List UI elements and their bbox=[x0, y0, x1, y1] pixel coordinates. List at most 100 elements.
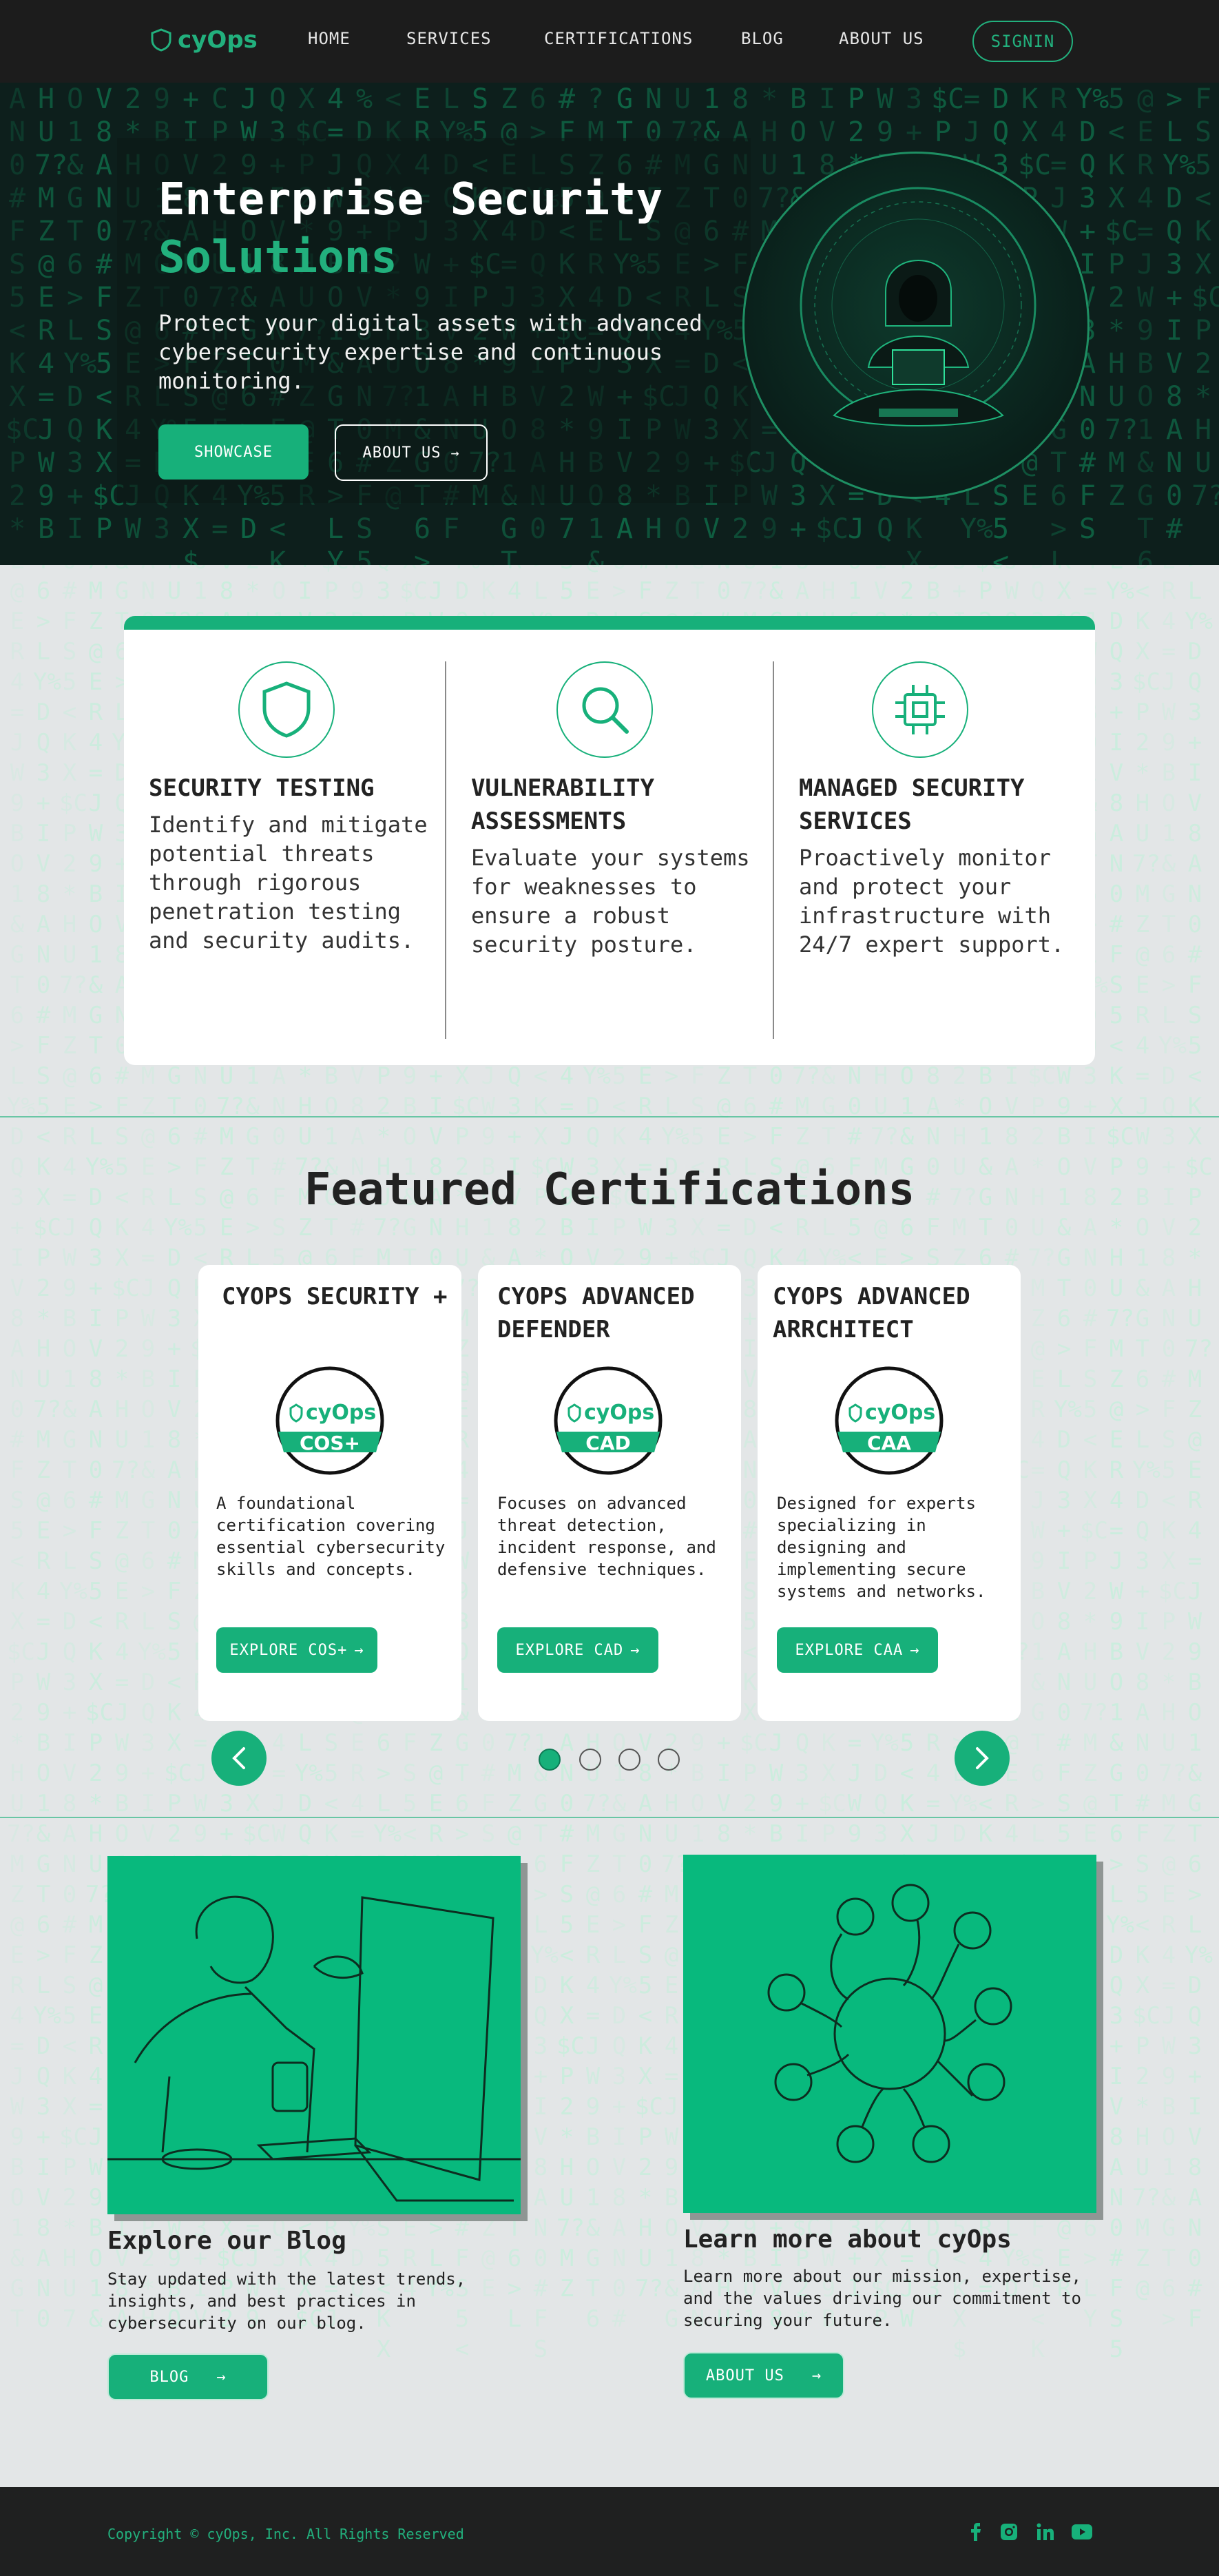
top-navbar: cyOps HOME SERVICES CERTIFICATIONS BLOG … bbox=[0, 0, 1219, 83]
services-card: SECURITY TESTING Identify and mitigate p… bbox=[124, 616, 1095, 1065]
nav-about-us[interactable]: ABOUT US bbox=[839, 29, 924, 48]
svg-text:CAA: CAA bbox=[867, 1432, 911, 1454]
divider bbox=[445, 661, 446, 1039]
chevron-left-icon bbox=[232, 1747, 245, 1769]
cert-button-label: EXPLORE CAD bbox=[515, 1641, 624, 1659]
about-button-label: ABOUT US bbox=[705, 2367, 784, 2384]
service-managed-security: MANAGED SECURITY SERVICES Proactively mo… bbox=[799, 661, 1081, 959]
arrow-right-icon: → bbox=[354, 1641, 364, 1659]
hero-description: Protect your digital assets with advance… bbox=[158, 310, 702, 394]
arrow-right-icon: → bbox=[910, 1641, 920, 1659]
carousel-prev-button[interactable] bbox=[211, 1731, 267, 1786]
search-icon bbox=[556, 661, 653, 758]
blog-button-label: BLOG bbox=[149, 2368, 189, 2386]
hero-title-line2: Solutions bbox=[158, 232, 397, 283]
service-description: Identify and mitigate potential threats … bbox=[149, 812, 428, 954]
svg-text:COS+: COS+ bbox=[300, 1432, 360, 1454]
hacker-illustration bbox=[742, 152, 1090, 499]
showcase-button[interactable]: SHOWCASE bbox=[158, 424, 309, 480]
arrow-right-icon: → bbox=[216, 2368, 227, 2386]
about-description: Learn more about our mission, expertise,… bbox=[683, 2267, 1081, 2330]
hero-section: AN0#FS5<KX$CP2* HU7?MZ@ER4=JW9B O1&GT6>LY%… bbox=[0, 83, 1219, 565]
blog-illustration bbox=[107, 1856, 521, 2214]
explore-cos-button[interactable]: EXPLORE COS+ → bbox=[216, 1627, 377, 1673]
section-divider bbox=[0, 1817, 1219, 1818]
service-description: Proactively monitor and protect your inf… bbox=[799, 845, 1065, 958]
matrix-column: @ER4=JW9BO1&GT6 bbox=[1136, 83, 1154, 565]
divider bbox=[773, 661, 774, 1039]
service-description: Evaluate your systems for weaknesses to … bbox=[471, 845, 750, 958]
explore-caa-button[interactable]: EXPLORE CAA → bbox=[777, 1627, 938, 1673]
team-illustration bbox=[683, 1855, 1096, 2213]
cert-description: Designed for experts specializing in des… bbox=[777, 1494, 986, 1601]
logo[interactable]: cyOps bbox=[150, 26, 258, 54]
hero-about-button[interactable]: ABOUT US → bbox=[335, 424, 488, 481]
svg-text:cyOps: cyOps bbox=[306, 1401, 376, 1425]
youtube-icon[interactable] bbox=[1072, 2522, 1092, 2542]
matrix-column: AN0#FS5<KX$CP2* bbox=[6, 83, 39, 545]
cert-title: CYOPS ADVANCED ARRCHITECT bbox=[773, 1283, 970, 1343]
signin-button[interactable]: SIGNIN bbox=[972, 21, 1073, 62]
hero-title-line1: Enterprise Security bbox=[158, 174, 663, 225]
carousel-next-button[interactable] bbox=[955, 1731, 1010, 1786]
about-us-button[interactable]: ABOUT US → bbox=[683, 2352, 844, 2399]
chevron-right-icon bbox=[976, 1747, 989, 1769]
matrix-column: 5<KX$CP2*HU7?MZ bbox=[1105, 83, 1138, 512]
service-title: VULNERABILITY ASSESSMENTS bbox=[471, 774, 655, 835]
service-title: MANAGED SECURITY SERVICES bbox=[799, 774, 1025, 835]
svg-text:CAD: CAD bbox=[585, 1432, 630, 1454]
svg-text:cyOps: cyOps bbox=[865, 1401, 935, 1425]
matrix-column: FS5<KX$CP2*HU7? bbox=[1191, 83, 1219, 512]
cert-title: CYOPS ADVANCED DEFENDER bbox=[497, 1283, 695, 1343]
services-accent-bar bbox=[124, 616, 1095, 630]
arrow-right-icon: → bbox=[811, 2367, 822, 2384]
carousel-dot-2[interactable] bbox=[579, 1749, 601, 1771]
arrow-right-icon: → bbox=[450, 444, 460, 461]
about-title: Learn more about cyOps bbox=[683, 2225, 1012, 2254]
explore-cad-button[interactable]: EXPLORE CAD → bbox=[497, 1627, 658, 1673]
matrix-column: V8AN0#FS5<KX$CP bbox=[92, 83, 126, 545]
service-title: SECURITY TESTING bbox=[149, 774, 375, 802]
certifications-heading: Featured Certifications bbox=[304, 1164, 915, 1215]
cert-title: CYOPS SECURITY + bbox=[222, 1283, 448, 1310]
copyright-text: Copyright © cyOps, Inc. All Rights Reser… bbox=[107, 2526, 464, 2542]
service-security-testing: SECURITY TESTING Identify and mitigate p… bbox=[149, 661, 438, 955]
blog-button[interactable]: BLOG → bbox=[107, 2353, 269, 2400]
instagram-icon[interactable] bbox=[999, 2522, 1019, 2542]
svg-text:cyOps: cyOps bbox=[584, 1401, 654, 1425]
cert-button-label: EXPLORE COS+ bbox=[229, 1641, 348, 1659]
cert-card-cos: CYOPS SECURITY + cyOps COS+ A foundation… bbox=[198, 1265, 461, 1721]
blog-title: Explore our Blog bbox=[107, 2227, 346, 2255]
service-vulnerability-assessments: VULNERABILITY ASSESSMENTS Evaluate your … bbox=[471, 661, 753, 959]
carousel-dot-4[interactable] bbox=[658, 1749, 680, 1771]
arrow-right-icon: → bbox=[630, 1641, 640, 1659]
cert-button-label: EXPLORE CAA bbox=[795, 1641, 904, 1659]
matrix-column: >LY%DQ3+IV8AN0# bbox=[1163, 83, 1196, 545]
nav-blog[interactable]: BLOG bbox=[741, 29, 784, 48]
nav-home[interactable]: HOME bbox=[308, 29, 351, 48]
carousel-dot-1[interactable] bbox=[539, 1749, 561, 1771]
chip-icon bbox=[872, 661, 968, 758]
carousel-dot-3[interactable] bbox=[618, 1749, 640, 1771]
cos-badge-icon: cyOps COS+ bbox=[271, 1366, 388, 1476]
footer: Copyright © cyOps, Inc. All Rights Reser… bbox=[0, 2487, 1219, 2576]
nav-services[interactable]: SERVICES bbox=[406, 29, 492, 48]
hero-about-label: ABOUT US bbox=[362, 444, 441, 462]
cert-description: Focuses on advanced threat detection, in… bbox=[497, 1494, 716, 1579]
cert-card-cad: CYOPS ADVANCED DEFENDER cyOps CAD Focuse… bbox=[478, 1265, 741, 1721]
matrix-column: HU7?MZ@ER4=JW9B bbox=[34, 83, 68, 545]
shield-logo-icon bbox=[151, 28, 171, 52]
cert-description: A foundational certification covering es… bbox=[216, 1494, 446, 1579]
shield-icon bbox=[238, 661, 335, 758]
section-divider bbox=[0, 1116, 1219, 1117]
cert-card-caa: CYOPS ADVANCED ARRCHITECT cyOps CAA Desi… bbox=[758, 1265, 1021, 1721]
cad-badge-icon: cyOps CAD bbox=[550, 1366, 667, 1476]
blog-description: Stay updated with the latest trends, ins… bbox=[107, 2269, 466, 2333]
linkedin-icon[interactable] bbox=[1035, 2522, 1056, 2542]
hacker-icon bbox=[800, 187, 1036, 426]
nav-certifications[interactable]: CERTIFICATIONS bbox=[544, 29, 693, 48]
matrix-column: O1&GT6>LY%DQ3+I bbox=[63, 83, 97, 545]
hero-title: Enterprise Security Solutions bbox=[158, 171, 663, 287]
facebook-icon[interactable] bbox=[966, 2522, 986, 2542]
logo-text: cyOps bbox=[178, 26, 258, 54]
